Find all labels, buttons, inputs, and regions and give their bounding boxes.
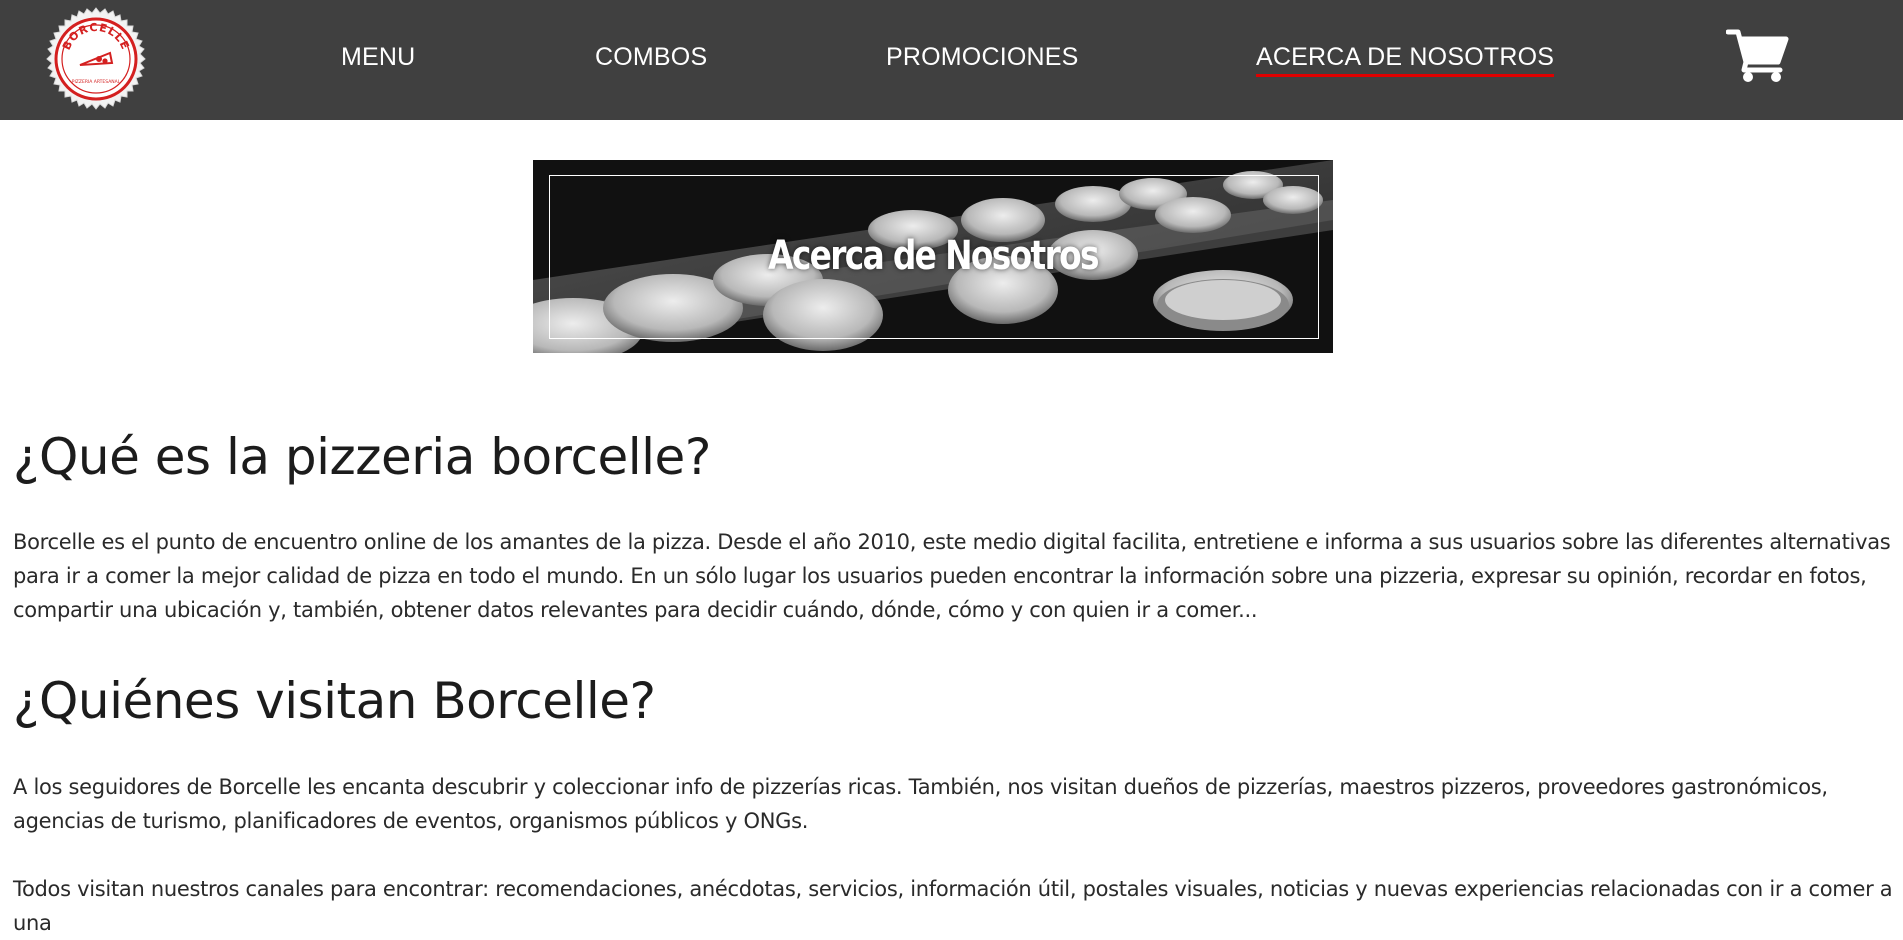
section-paragraph-quienes-2: Todos visitan nuestros canales para enco… — [13, 877, 1893, 935]
nav-acerca-link[interactable]: ACERCA DE NOSOTROS — [1256, 42, 1555, 77]
navbar: BORCELLE PIZZERIA ARTESANAL MENU COMBOS … — [0, 0, 1903, 120]
hero-banner: Acerca de Nosotros — [533, 160, 1333, 353]
section-heading-que-es: ¿Qué es la pizzeria borcelle? — [13, 428, 711, 486]
svg-text:PIZZERIA ARTESANAL: PIZZERIA ARTESANAL — [72, 79, 121, 85]
nav-promociones-link[interactable]: PROMOCIONES — [886, 42, 1079, 72]
hero-title: Acerca de Nosotros — [768, 233, 1099, 279]
nav-combos-link[interactable]: COMBOS — [595, 42, 707, 72]
section-heading-quienes: ¿Quiénes visitan Borcelle? — [13, 672, 656, 730]
nav-menu-link[interactable]: MENU — [341, 42, 415, 72]
section-paragraph-que-es: Borcelle es el punto de encuentro online… — [13, 530, 1891, 622]
section-paragraph-quienes: A los seguidores de Borcelle les encanta… — [13, 775, 1828, 833]
borcelle-logo[interactable]: BORCELLE PIZZERIA ARTESANAL — [44, 7, 148, 111]
shopping-cart-icon[interactable] — [1725, 26, 1790, 84]
